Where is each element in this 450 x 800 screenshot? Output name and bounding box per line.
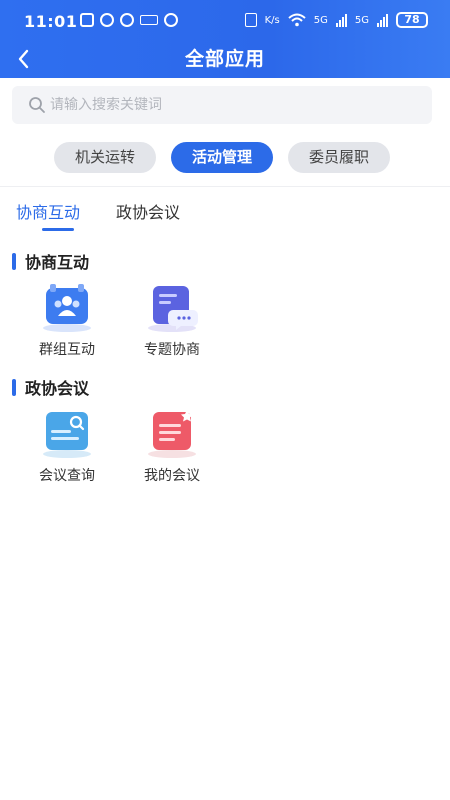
search-bar[interactable] (12, 86, 432, 124)
section-header: 协商互动 (12, 249, 89, 273)
section-header: 政协会议 (12, 375, 89, 399)
app-my-meeting[interactable]: 我的会议 (127, 410, 217, 485)
divider (0, 186, 450, 187)
vibrate-icon (244, 13, 257, 27)
page-title: 全部应用 (184, 48, 265, 70)
alarm-icon (100, 13, 114, 27)
tab-xieshang-hudong[interactable]: 协商互动 (16, 199, 80, 223)
app-label: 专题协商 (144, 342, 200, 358)
section-accent-bar (12, 378, 16, 396)
system-icons: K/s 5G 5G 78 (244, 12, 428, 28)
tab-active-indicator (42, 228, 74, 231)
tab-zhengxie-huiyi[interactable]: 政协会议 (116, 199, 180, 223)
section-title: 协商互动 (25, 253, 90, 272)
title-bar: 全部应用 (0, 40, 450, 78)
search-input[interactable] (50, 90, 420, 120)
status-bar: 11:01 K/s 5G 5G 78 (0, 0, 450, 40)
battery-icon: 78 (396, 12, 428, 28)
group-icon (38, 284, 96, 334)
search-icon (29, 97, 45, 113)
signal-1-label: 5G (313, 14, 328, 26)
status-time: 11:01 (24, 12, 78, 31)
app-meeting-search[interactable]: 会议查询 (22, 410, 112, 485)
app-notification-icon (140, 15, 158, 25)
app-group-chat[interactable]: 群组互动 (22, 284, 112, 359)
section-title: 政协会议 (25, 379, 90, 398)
network-speed: K/s (264, 14, 280, 26)
signal-1-bars-icon (335, 13, 347, 27)
section-accent-bar (12, 252, 16, 270)
category-chips: 机关运转 活动管理 委员履职 (0, 142, 450, 174)
headset-icon (120, 13, 134, 27)
chip-weiyuan-lvzhi[interactable]: 委员履职 (288, 142, 390, 173)
my-meeting-icon (143, 410, 201, 460)
chip-huodong-guanli[interactable]: 活动管理 (171, 142, 273, 173)
notification-icons (80, 13, 178, 27)
app-label: 会议查询 (39, 468, 95, 484)
signal-2-label: 5G (354, 14, 369, 26)
wifi-icon (288, 13, 306, 27)
topic-chat-icon (143, 284, 201, 334)
chip-jiguan-yunzhuan[interactable]: 机关运转 (54, 142, 156, 173)
app-label: 我的会议 (144, 468, 200, 484)
app-label: 群组互动 (39, 342, 95, 358)
app-topic-consult[interactable]: 专题协商 (127, 284, 217, 359)
eye-icon (164, 13, 178, 27)
signal-2-bars-icon (377, 13, 388, 27)
nfc-icon (80, 13, 94, 27)
top-header: 11:01 K/s 5G 5G 78 全部应用 (0, 0, 450, 78)
meeting-search-icon (38, 410, 96, 460)
